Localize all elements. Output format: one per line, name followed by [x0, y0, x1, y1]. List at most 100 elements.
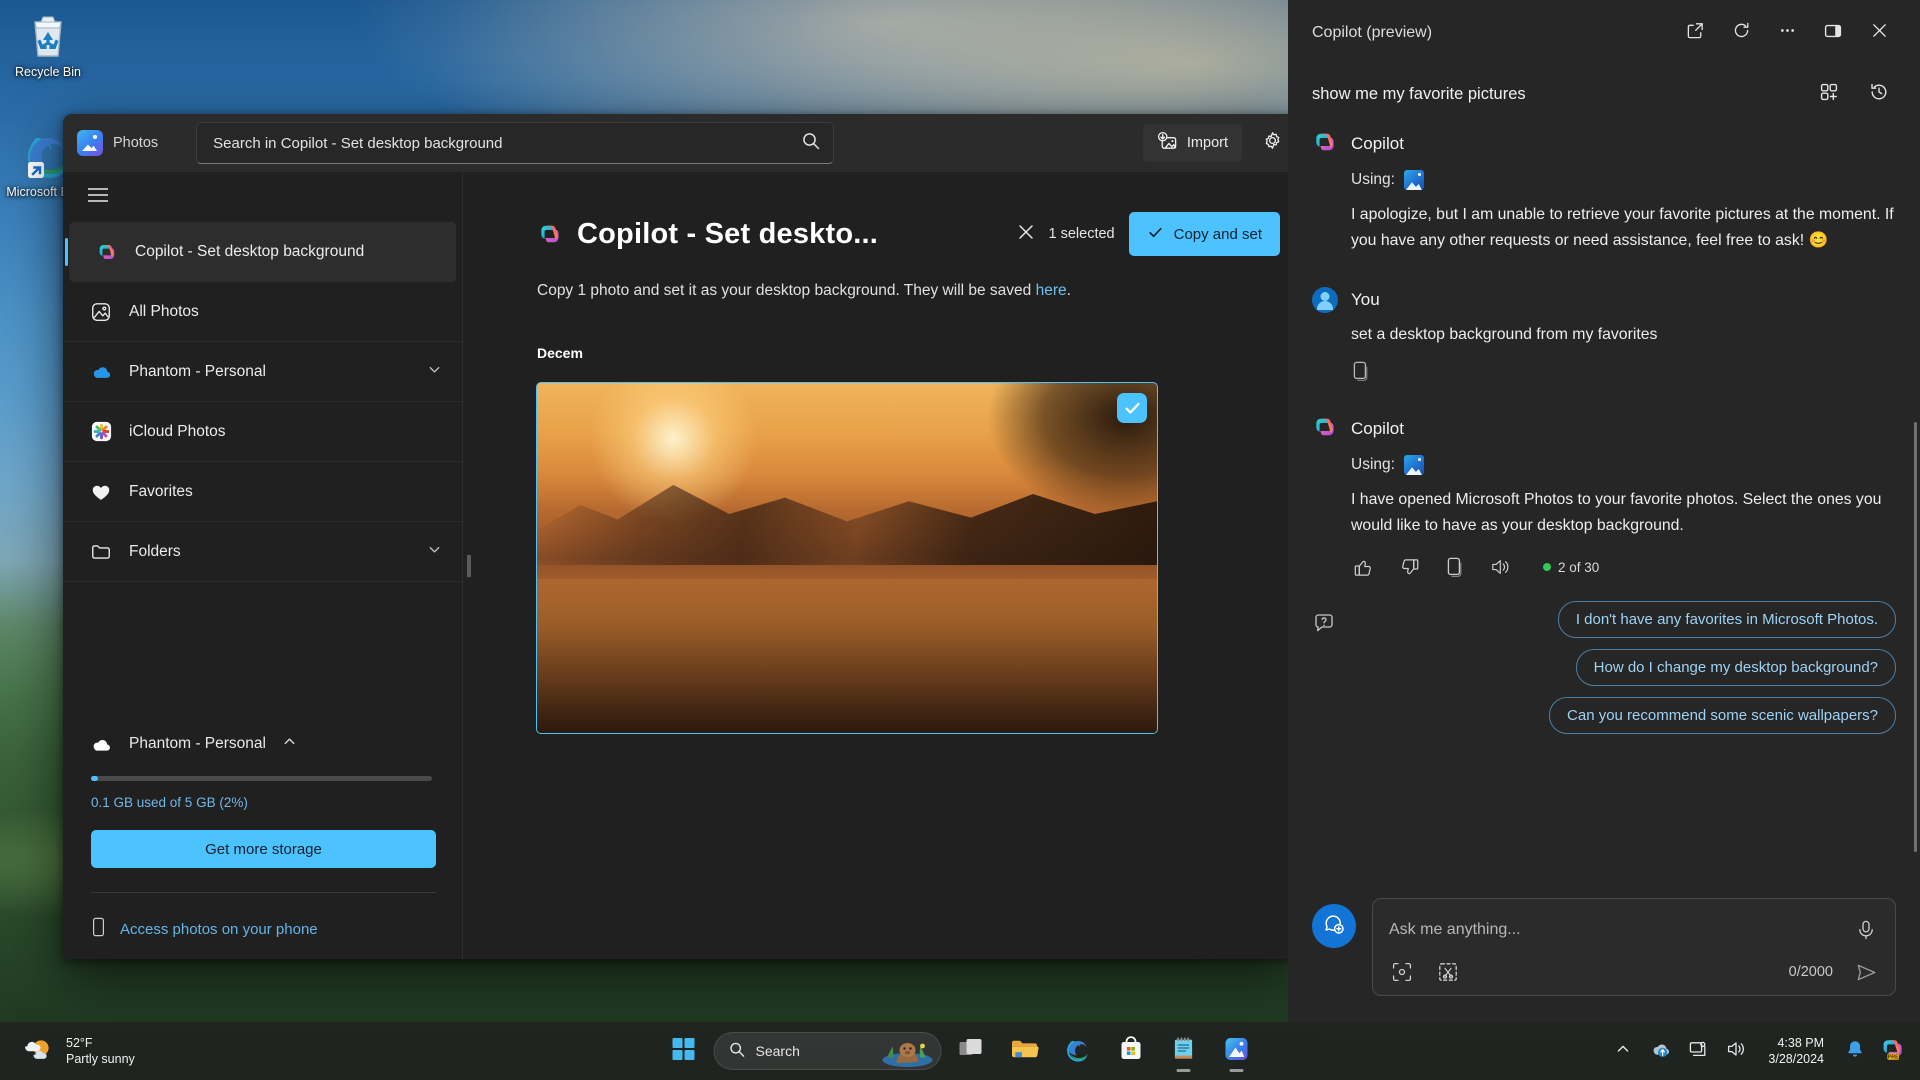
copilot-composer[interactable]: Ask me anything... — [1372, 898, 1896, 996]
sidebar-item-all-photos[interactable]: All Photos — [63, 282, 462, 342]
hamburger-icon — [87, 187, 109, 208]
photo-thumbnail-tile[interactable] — [537, 383, 1157, 733]
microphone-button[interactable] — [1853, 917, 1879, 943]
all-photos-icon — [89, 300, 113, 324]
photos-body: Copilot - Set desktop background All Pho… — [63, 172, 1300, 959]
settings-button[interactable] — [1252, 124, 1292, 162]
selected-count-label: 1 selected — [1049, 226, 1115, 242]
message-author: Copilot — [1351, 419, 1404, 439]
bell-icon — [1845, 1039, 1865, 1064]
screenshot-button[interactable] — [1435, 959, 1461, 985]
sidebar-item-label: Favorites — [129, 483, 193, 501]
network-button[interactable] — [1682, 1029, 1716, 1073]
using-tool-row: Using: — [1351, 170, 1896, 190]
refresh-button[interactable] — [1720, 13, 1762, 53]
copy-message-button[interactable] — [1351, 360, 1896, 387]
message-author: You — [1351, 290, 1380, 310]
weather-condition: Partly sunny — [66, 1051, 135, 1067]
sidebar-item-folders[interactable]: Folders — [63, 522, 462, 582]
new-topic-button[interactable] — [1312, 904, 1356, 948]
more-options-button[interactable] — [1766, 13, 1808, 53]
onedrive-tray-button[interactable] — [1644, 1029, 1678, 1073]
clock[interactable]: 4:38 PM 3/28/2024 — [1758, 1035, 1834, 1067]
chevron-down-icon[interactable] — [427, 362, 442, 382]
read-aloud-button[interactable] — [1489, 555, 1513, 579]
visual-search-button[interactable] — [1389, 959, 1415, 985]
access-photos-on-phone-link[interactable]: Access photos on your phone — [91, 917, 436, 941]
send-button[interactable] — [1853, 959, 1879, 985]
suggestion-chip[interactable]: Can you recommend some scenic wallpapers… — [1549, 697, 1896, 734]
start-button[interactable] — [661, 1028, 707, 1074]
network-icon — [1688, 1039, 1710, 1064]
copilot-icon — [537, 221, 563, 247]
photos-app-window: Photos Search in Copilot - Set desktop b… — [63, 114, 1300, 959]
volume-button[interactable] — [1720, 1029, 1754, 1073]
copy-button[interactable] — [1443, 555, 1467, 579]
heart-icon — [89, 480, 113, 504]
notifications-button[interactable] — [1838, 1029, 1872, 1073]
copy-and-set-label: Copy and set — [1174, 226, 1262, 243]
notepad-button[interactable] — [1161, 1028, 1207, 1074]
weather-widget[interactable]: 52°F Partly sunny — [0, 1034, 135, 1069]
onedrive-icon — [89, 360, 113, 384]
copy-and-set-button[interactable]: Copy and set — [1129, 212, 1280, 256]
storage-progress-fill — [91, 776, 98, 781]
microsoft-store-icon — [1118, 1036, 1143, 1067]
copilot-side-pane: Copilot (preview) — [1288, 0, 1920, 1022]
photo-selected-checkbox[interactable] — [1117, 393, 1147, 423]
sidebar-item-label: Copilot - Set desktop background — [135, 243, 364, 261]
copilot-tray-button[interactable]: PRE — [1876, 1029, 1910, 1073]
storage-account-row[interactable]: Phantom - Personal — [89, 718, 438, 770]
message-author-row: Copilot — [1312, 122, 1896, 166]
chevron-up-icon[interactable] — [282, 734, 297, 754]
photos-button[interactable] — [1214, 1028, 1260, 1074]
sidebar-splitter-handle[interactable] — [463, 172, 475, 959]
copilot-scrollbar[interactable] — [1914, 422, 1917, 852]
character-counter: 0/2000 — [1789, 964, 1833, 980]
microsoft-store-button[interactable] — [1108, 1028, 1154, 1074]
show-hidden-icons-button[interactable] — [1606, 1029, 1640, 1073]
taskbar-search-box[interactable]: Search — [714, 1032, 942, 1070]
clear-selection-button[interactable] — [1017, 223, 1035, 246]
phone-link-label: Access photos on your phone — [120, 921, 318, 938]
more-options-icon — [1778, 21, 1797, 45]
question-bubble-icon — [1312, 611, 1336, 635]
thumbs-up-button[interactable] — [1351, 555, 1375, 579]
copilot-conversation[interactable]: Copilot Using: I apologize, but I am una… — [1288, 122, 1920, 882]
message-author-row: Copilot — [1312, 407, 1896, 451]
saved-location-link[interactable]: here — [1036, 282, 1067, 299]
sidebar-item-label: Folders — [129, 543, 181, 561]
desktop-icon-recycle-bin[interactable]: Recycle Bin — [0, 8, 96, 80]
sidebar-item-favorites[interactable]: Favorites — [63, 462, 462, 522]
split-pane-button[interactable] — [1812, 13, 1854, 53]
onedrive-icon — [1650, 1039, 1672, 1064]
plugins-button[interactable] — [1808, 74, 1850, 114]
composer-input[interactable]: Ask me anything... — [1389, 921, 1843, 939]
status-dot-icon — [1543, 563, 1551, 571]
copy-icon — [1351, 369, 1371, 386]
sidebar-divider — [91, 892, 436, 893]
copilot-icon — [1312, 414, 1338, 445]
history-button[interactable] — [1858, 74, 1900, 114]
photos-search-input[interactable]: Search in Copilot - Set desktop backgrou… — [196, 122, 834, 164]
chevron-down-icon[interactable] — [427, 542, 442, 562]
close-button[interactable] — [1858, 13, 1900, 53]
suggestion-chip[interactable]: How do I change my desktop background? — [1576, 649, 1896, 686]
sidebar-item-phantom-personal[interactable]: Phantom - Personal — [63, 342, 462, 402]
microsoft-edge-button[interactable] — [1055, 1028, 1101, 1074]
search-icon[interactable] — [801, 131, 821, 156]
suggestion-chip[interactable]: I don't have any favorites in Microsoft … — [1558, 601, 1896, 638]
search-highlight-image — [881, 1033, 935, 1070]
sidebar-toggle-button[interactable] — [63, 172, 462, 222]
get-more-storage-button[interactable]: Get more storage — [91, 830, 436, 868]
thumbs-down-button[interactable] — [1397, 555, 1421, 579]
copilot-current-query-row: show me my favorite pictures — [1288, 66, 1920, 122]
task-view-button[interactable] — [949, 1028, 995, 1074]
import-button[interactable]: Import — [1143, 124, 1242, 162]
taskbar-search-placeholder: Search — [756, 1043, 800, 1059]
open-in-new-window-button[interactable] — [1674, 13, 1716, 53]
sidebar-item-copilot-set-desktop-background[interactable]: Copilot - Set desktop background — [69, 222, 456, 282]
sidebar-item-icloud-photos[interactable]: iCloud Photos — [63, 402, 462, 462]
file-explorer-button[interactable] — [1002, 1028, 1048, 1074]
photos-icon — [1224, 1036, 1250, 1067]
